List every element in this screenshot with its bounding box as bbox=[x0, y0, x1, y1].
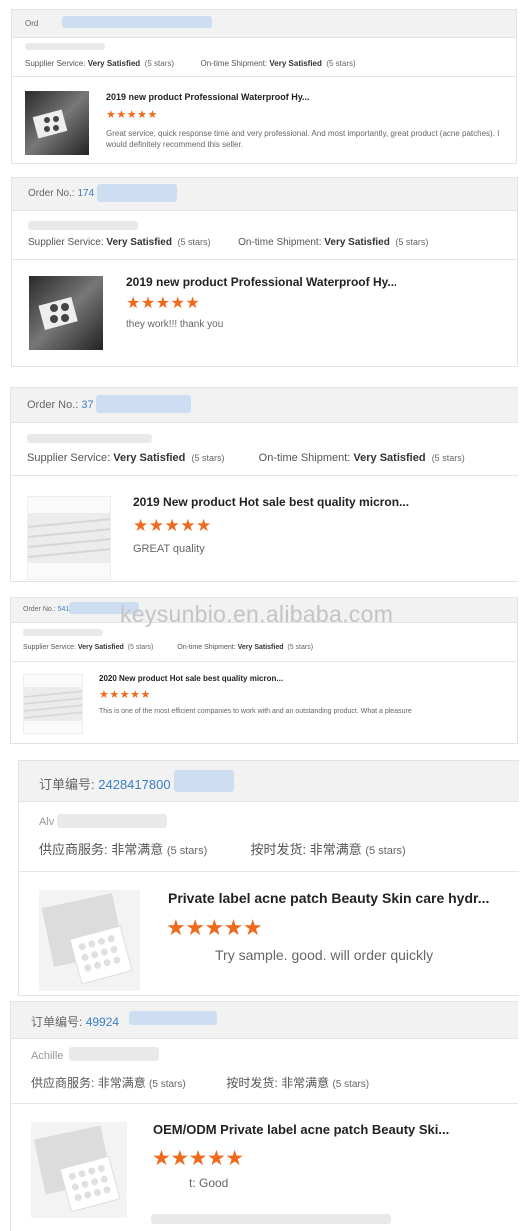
review-text: t: Good bbox=[189, 1176, 229, 1190]
product-title[interactable]: 2020 New product Hot sale best quality m… bbox=[99, 674, 309, 683]
watermark: keysunbio.en.alibaba.com bbox=[120, 601, 394, 627]
product-photo bbox=[28, 513, 110, 563]
product-photo bbox=[32, 109, 68, 139]
redacted-buyer-name bbox=[27, 434, 152, 443]
order-number[interactable]: Order No.: 541 bbox=[23, 606, 69, 613]
star-rating: ★★★★★ bbox=[166, 915, 263, 940]
redacted-order-number bbox=[97, 184, 177, 202]
star-rating: ★★★★★ bbox=[106, 109, 158, 121]
product-photo bbox=[41, 893, 133, 985]
review-text: This is one of the most efficient compan… bbox=[99, 708, 412, 715]
redacted-order-number bbox=[174, 770, 234, 792]
order-number[interactable]: Ord bbox=[25, 19, 38, 28]
review-text: Great service, quick response time and v… bbox=[106, 129, 500, 149]
star-rating: ★★★★★ bbox=[133, 516, 212, 535]
redacted-footer bbox=[151, 1214, 391, 1224]
review-card-6: 订单编号: 49924 Achille 供应商服务: 非常满意 (5 stars… bbox=[10, 1001, 518, 1231]
order-number[interactable]: 订单编号: 2428417800 bbox=[39, 774, 171, 793]
redacted-buyer-name bbox=[25, 43, 105, 50]
star-rating: ★★★★★ bbox=[152, 1147, 244, 1170]
buyer-name: Alv bbox=[39, 816, 55, 828]
product-title[interactable]: OEM/ODM Private label acne patch Beauty … bbox=[153, 1122, 473, 1137]
redacted-order-number bbox=[96, 395, 191, 413]
product-photo bbox=[33, 1125, 121, 1213]
rating-summary: 供应商服务: 非常满意 (5 stars) 按时发货: 非常满意 (5 star… bbox=[31, 1076, 370, 1090]
review-text: they work!!! thank you bbox=[126, 319, 224, 330]
review-text: Try sample. good. will order quickly bbox=[215, 947, 434, 963]
microneedle-patch-image[interactable] bbox=[23, 674, 83, 734]
acne-patch-package-image[interactable] bbox=[29, 276, 103, 350]
redacted-buyer-name bbox=[23, 629, 103, 636]
product-photo bbox=[38, 297, 78, 330]
review-card-1: Ord Supplier Service: Very Satisfied (5 … bbox=[11, 9, 517, 164]
redacted-order-number bbox=[129, 1011, 217, 1025]
product-photo bbox=[24, 687, 82, 721]
acne-patch-sachet-image[interactable] bbox=[39, 890, 140, 991]
redacted-buyer-name bbox=[28, 221, 138, 230]
order-number[interactable]: 订单编号: 49924 bbox=[31, 1013, 119, 1030]
rating-summary: 供应商服务: 非常满意 (5 stars) 按时发货: 非常满意 (5 star… bbox=[39, 842, 406, 857]
review-text: GREAT quality bbox=[133, 543, 205, 555]
star-rating: ★★★★★ bbox=[126, 295, 201, 312]
rating-summary: Supplier Service: Very Satisfied (5 star… bbox=[28, 237, 429, 248]
product-title[interactable]: Private label acne patch Beauty Skin car… bbox=[168, 890, 508, 906]
star-rating: ★★★★★ bbox=[99, 689, 151, 701]
order-number[interactable]: Order No.: 37 bbox=[27, 399, 94, 411]
review-card-3: Order No.: 37 Supplier Service: Very Sat… bbox=[10, 387, 518, 582]
product-title[interactable]: 2019 new product Professional Waterproof… bbox=[126, 275, 396, 289]
product-title[interactable]: 2019 New product Hot sale best quality m… bbox=[133, 495, 423, 509]
rating-summary: Supplier Service: Very Satisfied (5 star… bbox=[27, 452, 465, 464]
redacted-buyer-name bbox=[57, 814, 167, 828]
review-card-2: Order No.: 174 Supplier Service: Very Sa… bbox=[11, 177, 518, 367]
redacted-buyer-name bbox=[69, 1047, 159, 1061]
redacted-order-number bbox=[62, 16, 212, 28]
product-title[interactable]: 2019 new product Professional Waterproof… bbox=[106, 92, 346, 102]
rating-summary: Supplier Service: Very Satisfied (5 star… bbox=[23, 644, 314, 651]
microneedle-patch-image[interactable] bbox=[27, 496, 111, 580]
rating-summary: Supplier Service: Very Satisfied (5 star… bbox=[25, 59, 356, 68]
review-card-5: 订单编号: 2428417800 Alv 供应商服务: 非常满意 (5 star… bbox=[18, 760, 519, 996]
buyer-name: Achille bbox=[31, 1050, 64, 1062]
acne-patch-sachet-image[interactable] bbox=[31, 1122, 127, 1218]
order-number[interactable]: Order No.: 174 bbox=[28, 188, 94, 199]
acne-patch-package-image[interactable] bbox=[25, 91, 89, 155]
